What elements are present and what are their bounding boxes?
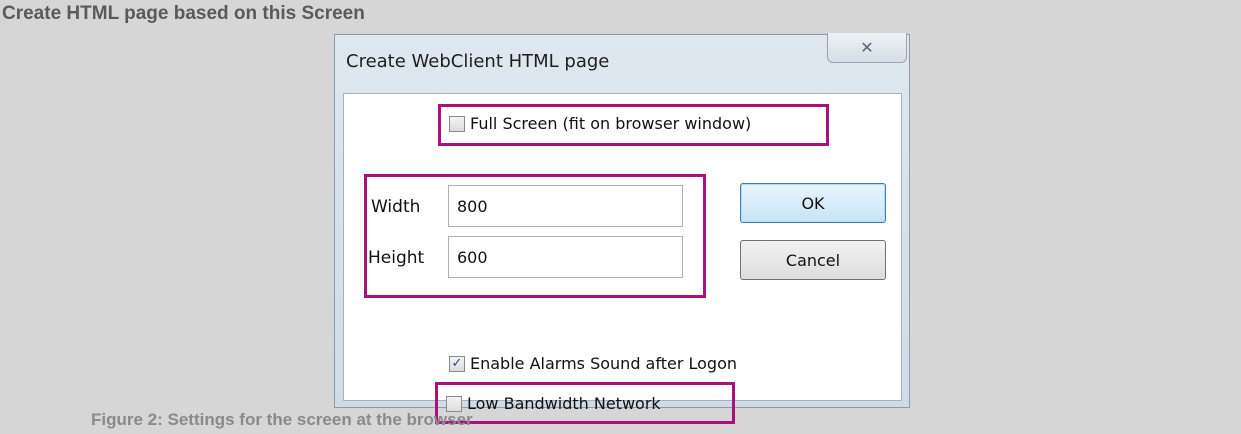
- close-button[interactable]: ✕: [827, 33, 907, 63]
- figure-caption: Figure 2: Settings for the screen at the…: [91, 410, 473, 429]
- ok-button[interactable]: OK: [740, 183, 886, 223]
- full-screen-option[interactable]: Full Screen (fit on browser window): [449, 114, 751, 133]
- cancel-button[interactable]: Cancel: [740, 240, 886, 280]
- low-bandwidth-option[interactable]: Low Bandwidth Network: [446, 394, 661, 413]
- enable-alarms-label: Enable Alarms Sound after Logon: [470, 354, 737, 373]
- dialog-body: Full Screen (fit on browser window) Widt…: [343, 93, 902, 424]
- enable-alarms-option[interactable]: ✓ Enable Alarms Sound after Logon: [449, 354, 737, 373]
- low-bandwidth-label: Low Bandwidth Network: [467, 394, 661, 413]
- create-webclient-dialog: Create WebClient HTML page ✕ Full Screen…: [334, 33, 910, 424]
- width-input[interactable]: 800: [448, 185, 683, 227]
- full-screen-label: Full Screen (fit on browser window): [470, 114, 752, 133]
- height-input[interactable]: 600: [448, 236, 683, 278]
- enable-alarms-checkbox[interactable]: ✓: [449, 355, 465, 372]
- height-label: Height: [368, 248, 425, 268]
- width-label: Width: [371, 197, 421, 217]
- dialog-title: Create WebClient HTML page: [346, 51, 610, 72]
- page-heading: Create HTML page based on this Screen: [2, 3, 365, 24]
- full-screen-checkbox[interactable]: [449, 115, 465, 132]
- close-icon: ✕: [860, 38, 874, 57]
